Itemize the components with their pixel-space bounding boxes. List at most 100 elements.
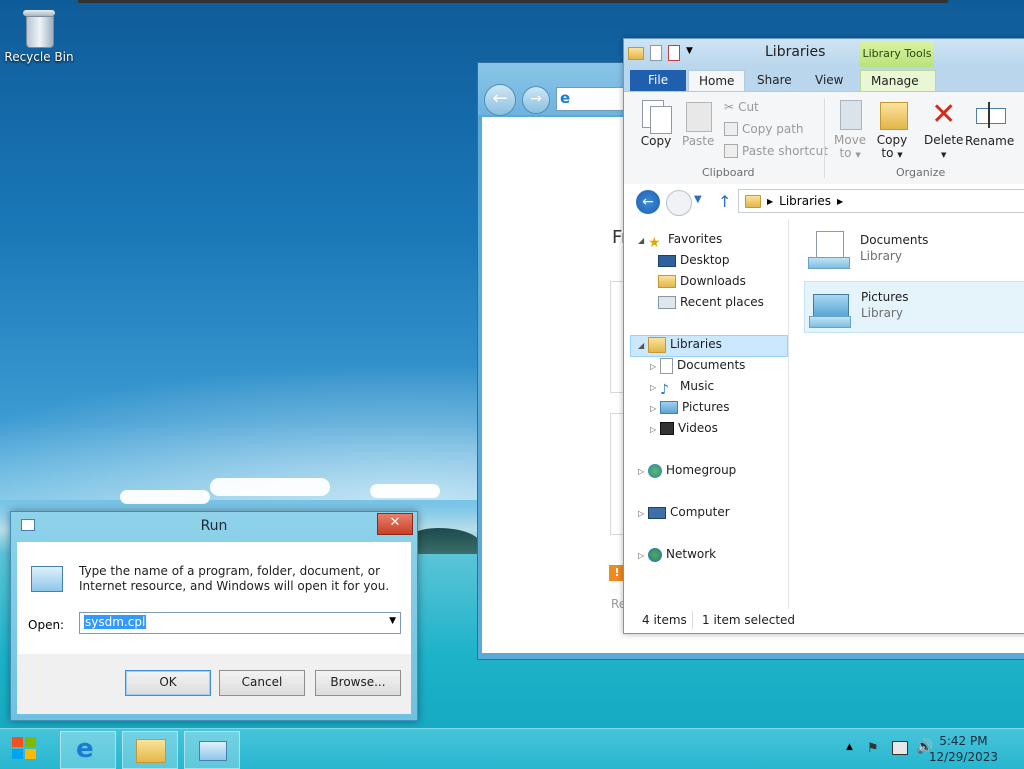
status-separator [692,611,693,629]
start-button[interactable] [10,735,40,763]
up-arrow-icon[interactable]: ↑ [718,192,731,211]
recent-locations-dropdown[interactable]: ▼ [694,194,702,205]
new-folder-icon[interactable] [668,45,680,61]
nav-favorites[interactable]: ◢ ★ Favorites [638,229,722,251]
pictures-icon [660,401,678,414]
move-to-label: Move [834,133,867,147]
tab-share[interactable]: Share [747,70,802,91]
run-footer: OK Cancel Browse... [17,654,411,714]
chevron-down-icon: ▼ [855,151,861,159]
nav-libraries[interactable]: ◢ Libraries [638,334,722,354]
cancel-button[interactable]: Cancel [219,670,305,696]
show-hidden-icons-button[interactable]: ▲ [846,742,853,752]
nav-desktop[interactable]: Desktop [658,250,730,270]
expand-arrow-icon[interactable]: ◢ [638,231,648,251]
scissors-icon: ✂ [724,100,735,114]
copy-to-button[interactable]: Copy to ▼ [876,98,908,162]
music-note-icon: ♪ [660,381,669,398]
island [410,528,480,554]
breadcrumb-libraries[interactable]: Libraries [779,194,831,208]
clock-date: 12/29/2023 [928,750,998,764]
expand-arrow-icon[interactable]: ▷ [650,357,660,377]
run-dialog[interactable]: Run ✕ Type the name of a program, folder… [10,511,418,721]
nav-computer[interactable]: ▷ Computer [638,502,730,522]
folder-icon[interactable] [628,46,644,60]
copy-button[interactable]: Copy [640,98,672,148]
cloud [370,484,440,498]
nav-network[interactable]: ▷ Network [638,544,716,564]
nav-documents[interactable]: ▷ Documents [650,355,745,375]
nav-videos[interactable]: ▷ Videos [650,418,718,438]
close-button[interactable]: ✕ [377,513,413,535]
recycle-bin-shortcut[interactable]: Recycle Bin [4,6,74,64]
libraries-folder-icon [745,194,761,208]
tab-file[interactable]: File [630,70,687,91]
run-description: Type the name of a program, folder, docu… [79,564,390,593]
computer-icon [648,506,666,519]
action-center-flag-icon[interactable]: ⚑ [867,741,881,756]
file-explorer-window[interactable]: ▼ Libraries Library Tools File Home Shar… [623,38,1024,634]
chevron-down-icon[interactable]: ▼ [686,46,696,60]
paste-button[interactable]: Paste [682,98,714,148]
expand-arrow-icon[interactable]: ▷ [638,504,648,524]
ie-forward-button[interactable]: → [522,86,550,114]
expand-arrow-icon[interactable]: ▷ [638,546,648,566]
expand-arrow-icon[interactable]: ◢ [638,336,648,356]
taskbar-file-explorer[interactable] [122,731,178,769]
ok-button[interactable]: OK [125,670,211,696]
list-item-pictures[interactable]: Pictures Library [804,281,1024,333]
browse-button[interactable]: Browse... [315,670,401,696]
chevron-right-icon[interactable]: ▶ [837,197,843,206]
expand-arrow-icon[interactable]: ▷ [650,378,660,398]
rename-label: Rename [965,134,1015,148]
system-clock[interactable]: 5:42 PM 12/29/2023 [929,733,998,765]
expand-arrow-icon[interactable]: ▷ [638,462,648,482]
nav-music[interactable]: ▷ ♪ Music [650,376,714,398]
rename-button[interactable]: Rename [965,98,1014,148]
nav-label: Homegroup [666,463,737,477]
move-to-button[interactable]: Move to ▼ [834,98,866,162]
chevron-down-icon[interactable]: ▼ [389,616,396,626]
navigation-pane: ◢ ★ Favorites Desktop Downloads Recent pla… [624,219,789,609]
nav-pictures[interactable]: ▷ Pictures [650,397,730,417]
taskbar-run[interactable] [184,731,240,769]
back-button[interactable]: ← [636,190,660,214]
window-title: Libraries [765,44,826,60]
taskbar-internet-explorer[interactable]: e [60,731,116,769]
delete-button[interactable]: ✕ Delete ▼ [924,98,963,162]
tab-home[interactable]: Home [688,70,746,92]
run-title-bar[interactable]: Run ✕ [11,512,417,540]
copy-icon [640,98,672,134]
open-input-value[interactable]: sysdm.cpl [84,615,147,629]
chevron-right-icon: ▶ [767,196,774,206]
copy-path-button[interactable]: Copy path [724,122,804,136]
libraries-icon [648,336,666,353]
copy-label: Copy [640,134,672,148]
paste-shortcut-label: Paste shortcut [742,144,828,158]
ie-back-button[interactable]: ← [484,84,516,116]
copy-to-label: Copy [876,133,908,147]
paste-shortcut-button[interactable]: Paste shortcut [724,144,828,158]
nav-recent-places[interactable]: Recent places [658,292,764,312]
list-item-documents[interactable]: Documents Library [804,225,1024,275]
properties-icon[interactable] [650,45,662,61]
expand-arrow-icon[interactable]: ▷ [650,399,660,419]
address-bar[interactable]: ▶ Libraries ▶ [738,189,1024,213]
chevron-down-icon: ▼ [897,151,903,159]
network-tray-icon[interactable] [892,741,908,755]
open-combobox[interactable]: sysdm.cpl ▼ [79,612,401,634]
tab-view[interactable]: View [805,70,853,91]
nav-downloads[interactable]: Downloads [658,271,746,291]
forward-button[interactable] [666,190,692,216]
explorer-title-bar[interactable]: ▼ Libraries Library Tools [624,39,1024,67]
nav-homegroup[interactable]: ▷ Homegroup [638,460,736,480]
tab-manage[interactable]: Manage [860,70,936,92]
clipboard-group-label: Clipboard [702,166,755,179]
status-bar: 4 items 1 item selected [624,609,1024,633]
ribbon-separator [824,98,825,178]
cut-button[interactable]: ✂ Cut [724,100,759,114]
paste-shortcut-icon [724,144,738,158]
copy-to-label-2: to [881,146,894,160]
rename-icon [974,98,1006,132]
expand-arrow-icon[interactable]: ▷ [650,420,660,440]
